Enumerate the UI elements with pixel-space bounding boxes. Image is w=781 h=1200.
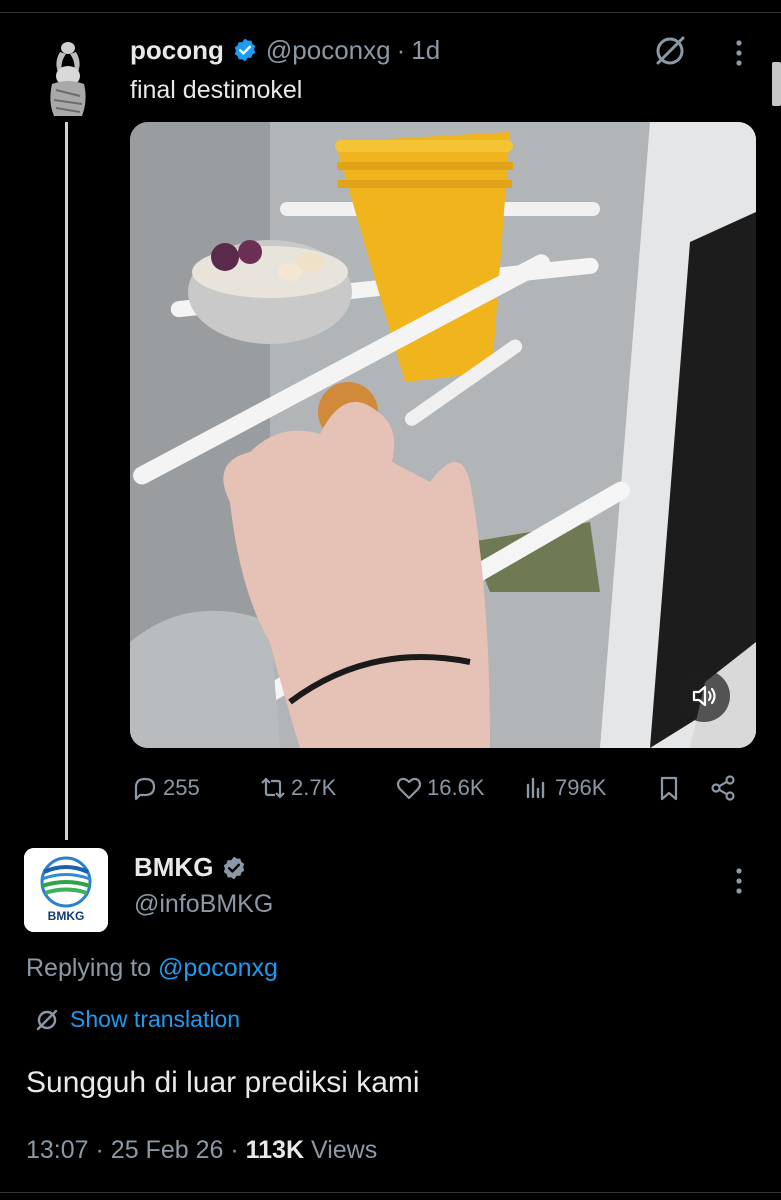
tweet2-time[interactable]: 13:07 <box>26 1136 89 1164</box>
tweet1-display-name[interactable]: pocong <box>130 35 224 66</box>
verified-badge-icon <box>221 855 247 881</box>
mute-button[interactable] <box>678 670 730 722</box>
verified-badge-icon <box>232 37 258 63</box>
repost-button[interactable]: 2.7K <box>258 766 336 810</box>
repost-icon <box>261 777 285 799</box>
translate-icon <box>36 1009 58 1030</box>
more-options-icon[interactable] <box>724 864 754 898</box>
pocong-avatar[interactable] <box>40 38 96 120</box>
views-button[interactable]: 796K <box>522 766 606 810</box>
meta-separator: · <box>95 1136 104 1164</box>
top-divider <box>0 12 781 13</box>
bookmark-button[interactable] <box>654 766 687 810</box>
replying-to: Replying to @poconxg <box>26 954 278 983</box>
meta-separator: · <box>230 1136 239 1164</box>
bmkg-avatar[interactable]: BMKG <box>24 848 108 932</box>
tweet1-header: pocong @poconxg · 1d <box>130 32 440 68</box>
like-count: 16.6K <box>427 775 485 800</box>
tweet2-views-label: Views <box>310 1136 378 1164</box>
reply-count: 255 <box>163 775 200 800</box>
tweet1-time[interactable]: 1d <box>411 35 440 66</box>
tweet2-name-row: BMKG <box>134 852 255 883</box>
tweet1-handle[interactable]: @poconxg <box>266 35 391 66</box>
like-button[interactable]: 16.6K <box>394 766 485 810</box>
show-translation-button[interactable]: Show translation <box>34 1006 240 1033</box>
tweet1-video[interactable] <box>130 122 756 748</box>
show-translation-label: Show translation <box>70 1006 241 1032</box>
bmkg-logo-text: BMKG <box>48 909 85 923</box>
bookmark-icon <box>660 776 678 801</box>
share-icon <box>711 775 735 801</box>
views-count: 796K <box>555 775 607 800</box>
reply-icon <box>134 777 156 801</box>
bmkg-logo: BMKG <box>24 848 108 932</box>
tweet2-display-name[interactable]: BMKG <box>134 852 213 883</box>
video-frame <box>130 122 756 748</box>
thread-line <box>65 122 68 840</box>
reply-button[interactable]: 255 <box>130 766 200 810</box>
tweet2-date[interactable]: 25 Feb 26 <box>111 1136 224 1164</box>
tweet2-meta: 13:07 · 25 Feb 26 · 113K Views <box>26 1136 377 1165</box>
scrollbar-thumb[interactable] <box>772 62 781 106</box>
more-options-icon[interactable] <box>724 36 754 70</box>
tweet2-handle[interactable]: @infoBMKG <box>134 890 273 919</box>
replying-prefix: Replying to <box>26 954 152 982</box>
tweet1-separator: · <box>396 34 406 65</box>
replying-mention[interactable]: @poconxg <box>158 954 278 982</box>
speaker-icon <box>692 685 716 707</box>
bottom-divider <box>0 1192 781 1193</box>
repost-count: 2.7K <box>291 775 337 800</box>
tweet2-text: Sungguh di luar prediksi kami <box>26 1066 420 1099</box>
tweet1-text: final destimokel <box>130 76 303 104</box>
views-icon <box>526 777 545 799</box>
share-button[interactable] <box>708 766 741 810</box>
heart-icon <box>396 777 422 800</box>
tweet1-actions: 255 2.7K 16.6K 796K <box>130 766 750 810</box>
grok-icon[interactable] <box>652 33 688 69</box>
tweet2-views-count[interactable]: 113K <box>246 1136 304 1164</box>
